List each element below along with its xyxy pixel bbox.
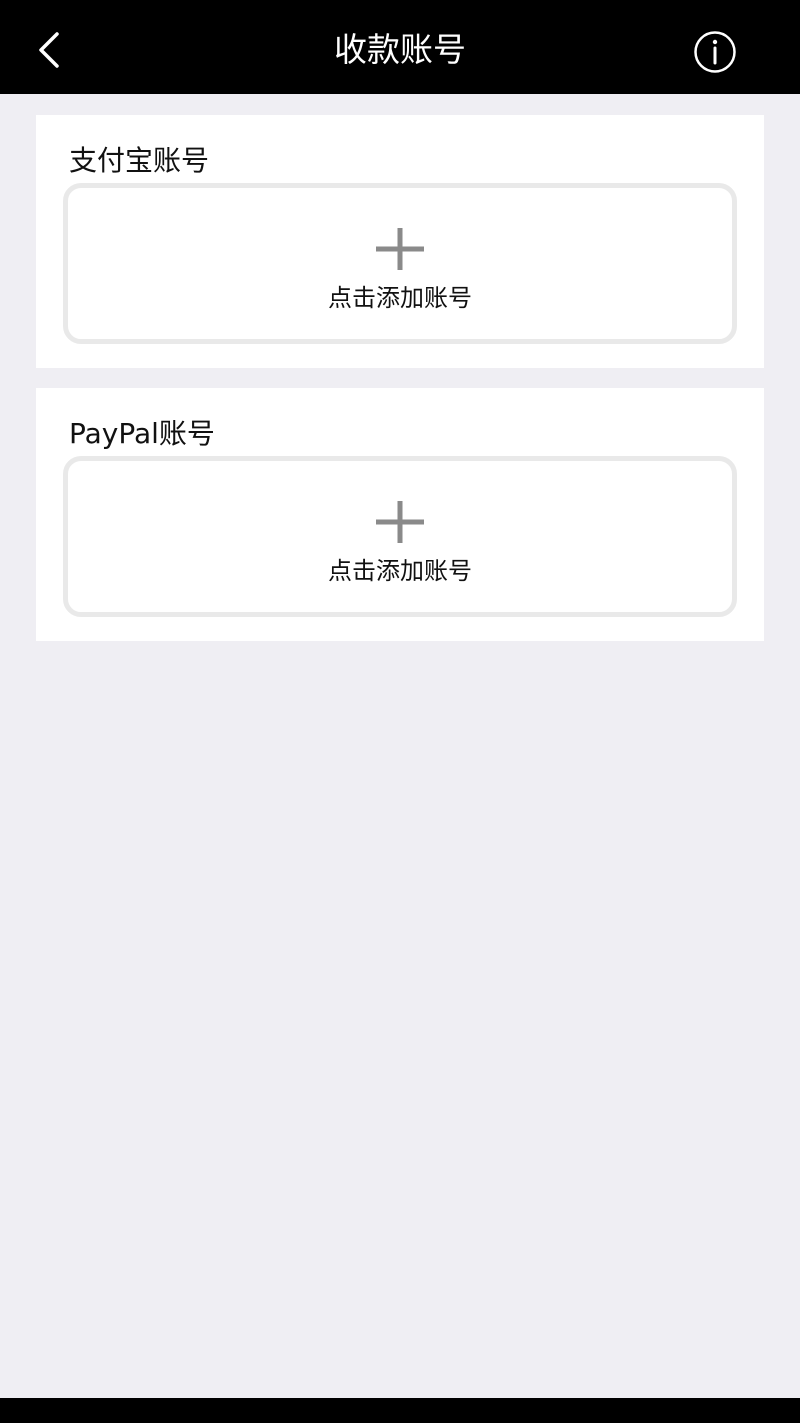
add-paypal-account-button[interactable]: 点击添加账号 (63, 456, 737, 617)
plus-icon (376, 501, 424, 543)
add-alipay-account-button[interactable]: 点击添加账号 (63, 183, 737, 344)
paypal-account-title: PayPal账号 (69, 417, 215, 450)
chevron-left-icon (39, 32, 59, 68)
back-button[interactable] (22, 22, 74, 78)
bottom-bar (0, 1398, 800, 1423)
add-account-label: 点击添加账号 (328, 557, 472, 585)
nav-bar: 收款账号 (0, 0, 800, 94)
plus-icon (376, 228, 424, 270)
page-title: 收款账号 (334, 30, 466, 69)
alipay-account-card: 支付宝账号 点击添加账号 (36, 115, 764, 368)
add-account-label: 点击添加账号 (328, 284, 472, 312)
info-button[interactable] (690, 27, 740, 77)
alipay-account-title: 支付宝账号 (69, 144, 210, 177)
info-circle-icon (694, 31, 736, 73)
paypal-account-card: PayPal账号 点击添加账号 (36, 388, 764, 641)
